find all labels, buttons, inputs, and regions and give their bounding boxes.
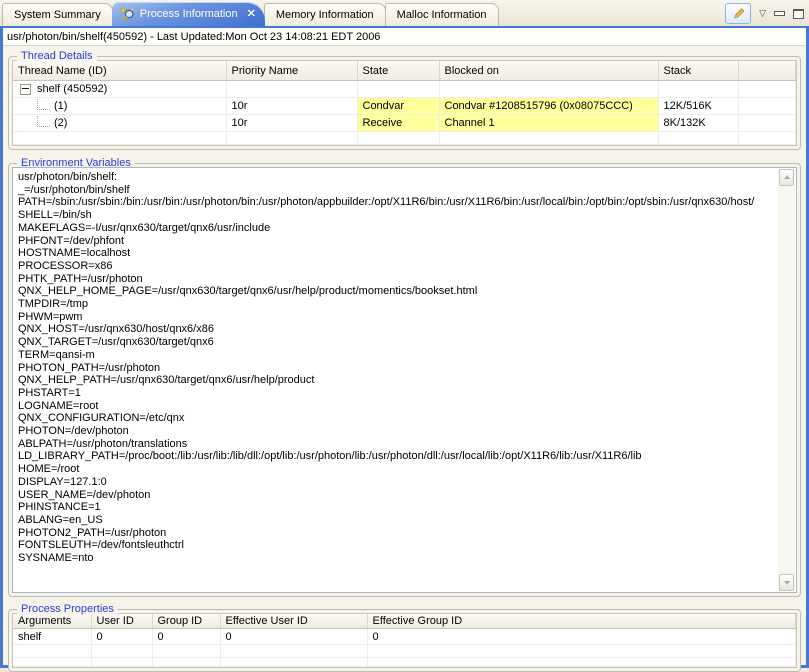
table-filler-row (13, 132, 796, 145)
process-information-icon (119, 6, 135, 22)
col-stack[interactable]: Stack (658, 61, 738, 81)
environment-variables-box: usr/photon/bin/shelf: _=/usr/photon/bin/… (12, 167, 797, 593)
tab-label: Process Information (140, 8, 238, 20)
tab-system-summary[interactable]: System Summary (2, 3, 113, 26)
tab-malloc-information[interactable]: Malloc Information (385, 3, 499, 26)
tab-label: Malloc Information (397, 9, 487, 21)
tab-label: System Summary (14, 9, 101, 21)
col-user-id[interactable]: User ID (91, 614, 152, 629)
environment-text: usr/photon/bin/shelf: _=/usr/photon/bin/… (18, 171, 773, 590)
maximize-icon[interactable] (793, 9, 804, 19)
environment-variables-group: Environment Variables usr/photon/bin/she… (8, 163, 801, 597)
tab-label: Memory Information (276, 9, 374, 21)
col-extra (738, 61, 796, 81)
view-tab-bar: System Summary Process Information ✕ Mem… (0, 0, 809, 26)
prop-arguments[interactable]: shelf (13, 629, 91, 645)
view-toolbar: ▽ (725, 3, 804, 24)
tree-connector (37, 98, 50, 110)
process-title-bar: usr/photon/bin/shelf(450592) - Last Upda… (3, 28, 806, 46)
col-blocked-on[interactable]: Blocked on (439, 61, 658, 81)
table-row-process[interactable]: shelf (450592) (13, 81, 796, 98)
environment-scrollbar[interactable] (778, 169, 795, 591)
tree-connector (37, 115, 50, 127)
process-properties-title: Process Properties (17, 603, 118, 615)
prop-group-id[interactable]: 0 (152, 629, 220, 645)
col-effective-group-id[interactable]: Effective Group ID (367, 614, 796, 629)
thread-priority[interactable]: 10r (226, 115, 357, 132)
annotate-button[interactable] (725, 3, 751, 24)
view-menu-icon[interactable]: ▽ (759, 9, 766, 18)
thread-blocked-on[interactable]: Channel 1 (439, 115, 658, 132)
table-row-properties[interactable]: shelf 0 0 0 0 (13, 629, 796, 645)
thread-id: (2) (54, 117, 67, 129)
thread-table-header: Thread Name (ID) Priority Name State Blo… (13, 61, 796, 81)
collapse-expander-icon[interactable] (20, 84, 31, 95)
process-properties-group: Process Properties Arguments User ID Gro… (8, 609, 801, 672)
thread-blocked-on[interactable]: Condvar #1208515796 (0x08075CCC) (439, 98, 658, 115)
thread-state[interactable]: Condvar (357, 98, 439, 115)
process-properties-table: Arguments User ID Group ID Effective Use… (13, 614, 796, 667)
prop-user-id[interactable]: 0 (91, 629, 152, 645)
process-title: usr/photon/bin/shelf(450592) - Last Upda… (7, 31, 380, 43)
thread-details-group: Thread Details Thread Name (ID) Priority… (8, 56, 801, 150)
col-thread-name[interactable]: Thread Name (ID) (13, 61, 226, 81)
process-name: shelf (450592) (37, 83, 107, 95)
tab-process-information[interactable]: Process Information ✕ (112, 2, 265, 26)
col-state[interactable]: State (357, 61, 439, 81)
col-arguments[interactable]: Arguments (13, 614, 91, 629)
scroll-down-icon[interactable] (779, 574, 794, 591)
col-priority-name[interactable]: Priority Name (226, 61, 357, 81)
thread-details-title: Thread Details (17, 50, 97, 62)
minimize-icon[interactable] (774, 11, 785, 16)
properties-table-header: Arguments User ID Group ID Effective Use… (13, 614, 796, 629)
table-empty-row (13, 645, 796, 658)
thread-stack[interactable]: 12K/516K (658, 98, 738, 115)
close-tab-icon[interactable]: ✕ (247, 9, 256, 20)
process-information-view: usr/photon/bin/shelf(450592) - Last Upda… (0, 26, 809, 668)
scroll-up-icon[interactable] (779, 169, 794, 186)
col-group-id[interactable]: Group ID (152, 614, 220, 629)
prop-effective-group-id[interactable]: 0 (367, 629, 796, 645)
table-empty-row (13, 658, 796, 667)
thread-details-table: Thread Name (ID) Priority Name State Blo… (13, 61, 796, 145)
table-row-thread-2[interactable]: (2) 10r Receive Channel 1 8K/132K (13, 115, 796, 132)
prop-effective-user-id[interactable]: 0 (220, 629, 367, 645)
table-row-thread-1[interactable]: (1) 10r Condvar Condvar #1208515796 (0x0… (13, 98, 796, 115)
thread-priority[interactable]: 10r (226, 98, 357, 115)
tab-memory-information[interactable]: Memory Information (264, 3, 386, 26)
pencil-icon (731, 6, 746, 21)
thread-state[interactable]: Receive (357, 115, 439, 132)
thread-stack[interactable]: 8K/132K (658, 115, 738, 132)
thread-id: (1) (54, 100, 67, 112)
col-effective-user-id[interactable]: Effective User ID (220, 614, 367, 629)
